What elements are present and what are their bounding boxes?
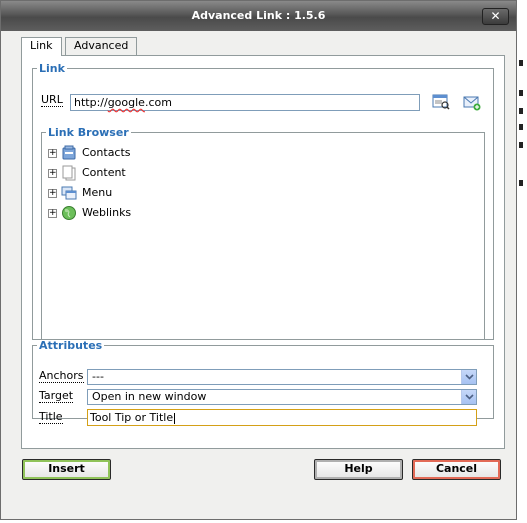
anchors-value: --- — [92, 370, 104, 383]
cancel-button[interactable]: Cancel — [412, 459, 501, 480]
expand-icon[interactable]: + — [48, 209, 57, 218]
url-label: URL — [41, 93, 63, 107]
globe-icon — [61, 205, 77, 221]
target-value: Open in new window — [92, 390, 207, 403]
tab-link-label: Link — [30, 39, 53, 52]
title-label: Title — [39, 410, 63, 424]
tab-advanced[interactable]: Advanced — [65, 37, 138, 55]
target-label: Target — [39, 389, 74, 403]
tab-panel-link: Link URL http://google.com Link Browser … — [21, 55, 505, 449]
dialog-titlebar[interactable]: Advanced Link : 1.5.6 — [1, 1, 516, 31]
help-button[interactable]: Help — [314, 459, 403, 480]
tab-link[interactable]: Link — [21, 37, 62, 56]
expand-icon[interactable]: + — [48, 149, 57, 158]
expand-icon[interactable]: + — [48, 189, 57, 198]
background-window-edge — [517, 0, 527, 523]
document-icon — [61, 165, 77, 181]
link-legend: Link — [39, 62, 65, 75]
insert-button[interactable]: Insert — [22, 459, 111, 480]
target-select[interactable]: Open in new window — [87, 389, 477, 405]
chevron-down-icon[interactable] — [461, 370, 476, 384]
anchors-select[interactable]: --- — [87, 369, 477, 385]
tree-item-label: Menu — [82, 186, 113, 199]
advanced-link-dialog: Advanced Link : 1.5.6 ✕ Link Advanced Li… — [0, 0, 517, 520]
url-value-suffix: .com — [144, 96, 172, 109]
text-cursor — [174, 412, 176, 424]
url-value-host: google — [107, 96, 145, 109]
tab-advanced-label: Advanced — [74, 39, 129, 52]
chevron-down-icon[interactable] — [461, 390, 476, 404]
background-window-mark — [519, 90, 523, 96]
close-icon: ✕ — [490, 9, 501, 23]
background-window-mark — [519, 108, 523, 114]
anchors-label: Anchors — [39, 369, 84, 383]
url-input[interactable]: http://google.com — [70, 94, 420, 111]
tree-item-label: Contacts — [82, 146, 131, 159]
tree-item-label: Content — [82, 166, 126, 179]
link-browser-fieldset: Link Browser + Contacts + Content + Menu… — [41, 126, 485, 340]
background-window-mark — [519, 180, 523, 186]
tree-item-label: Weblinks — [82, 206, 132, 219]
link-fieldset: Link URL http://google.com Link Browser … — [32, 62, 494, 340]
url-value-prefix: http:// — [74, 96, 108, 109]
background-window-mark — [519, 124, 523, 130]
email-icon[interactable] — [463, 95, 481, 111]
attributes-fieldset: Attributes Anchors --- Target Open in ne… — [32, 339, 494, 426]
title-input[interactable]: Tool Tip or Title — [87, 409, 477, 426]
background-window-mark — [519, 142, 523, 148]
link-browser-legend: Link Browser — [48, 126, 129, 139]
contacts-icon — [61, 145, 77, 161]
close-button[interactable]: ✕ — [482, 8, 509, 25]
attributes-legend: Attributes — [39, 339, 103, 352]
background-window-mark — [519, 60, 523, 66]
expand-icon[interactable]: + — [48, 169, 57, 178]
browse-icon[interactable] — [432, 94, 450, 110]
title-value: Tool Tip or Title — [90, 411, 174, 424]
menu-icon — [61, 185, 77, 201]
dialog-title: Advanced Link : 1.5.6 — [191, 9, 326, 22]
